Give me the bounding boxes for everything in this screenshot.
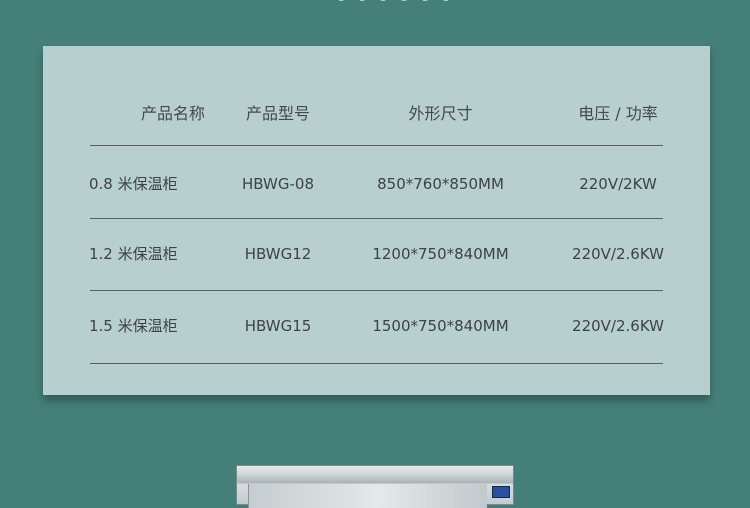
row-voltage-power: 220V/2.6KW xyxy=(572,317,664,335)
row-product-name: 1.5 米保温柜 xyxy=(89,317,178,335)
table-row: 0.8 米保温柜 HBWG-08 850*760*850MM 220V/2KW xyxy=(43,169,710,199)
row-voltage-power: 220V/2KW xyxy=(579,175,657,193)
table-header-row: 产品名称 产品型号 外形尺寸 电压 / 功率 xyxy=(43,99,710,129)
row-dimensions: 1200*750*840MM xyxy=(372,245,509,263)
header-dimensions: 外形尺寸 xyxy=(408,104,473,123)
product-spec-table-card: 产品名称 产品型号 外形尺寸 电压 / 功率 0.8 米保温柜 HBWG-08 … xyxy=(43,46,710,395)
row-divider xyxy=(90,218,663,219)
table-row: 1.2 米保温柜 HBWG12 1200*750*840MM 220V/2.6K… xyxy=(43,239,710,269)
row-product-model: HBWG12 xyxy=(244,245,312,263)
cabinet-door-panel xyxy=(248,484,487,508)
bottom-divider xyxy=(90,363,663,364)
row-product-model: HBWG-08 xyxy=(242,175,314,193)
row-divider xyxy=(90,290,663,291)
header-product-model: 产品型号 xyxy=(245,104,310,123)
row-product-name: 1.2 米保温柜 xyxy=(89,245,178,263)
warming-cabinet-image xyxy=(236,465,514,508)
row-product-name: 0.8 米保温柜 xyxy=(89,175,178,193)
table-row: 1.5 米保温柜 HBWG15 1500*750*840MM 220V/2.6K… xyxy=(43,311,710,341)
row-voltage-power: 220V/2.6KW xyxy=(572,245,664,263)
header-divider xyxy=(90,145,663,146)
cabinet-control-badge xyxy=(492,486,510,498)
row-dimensions: 1500*750*840MM xyxy=(372,317,509,335)
row-dimensions: 850*760*850MM xyxy=(377,175,504,193)
header-voltage-power: 电压 / 功率 xyxy=(578,104,658,123)
cropped-heading-fragment: ▪ ▪ ▪ ▪ ▪ ▪ xyxy=(338,0,455,4)
row-product-model: HBWG15 xyxy=(244,317,312,335)
top-banner-fragment: ▪ ▪ ▪ ▪ ▪ ▪ xyxy=(0,0,750,4)
